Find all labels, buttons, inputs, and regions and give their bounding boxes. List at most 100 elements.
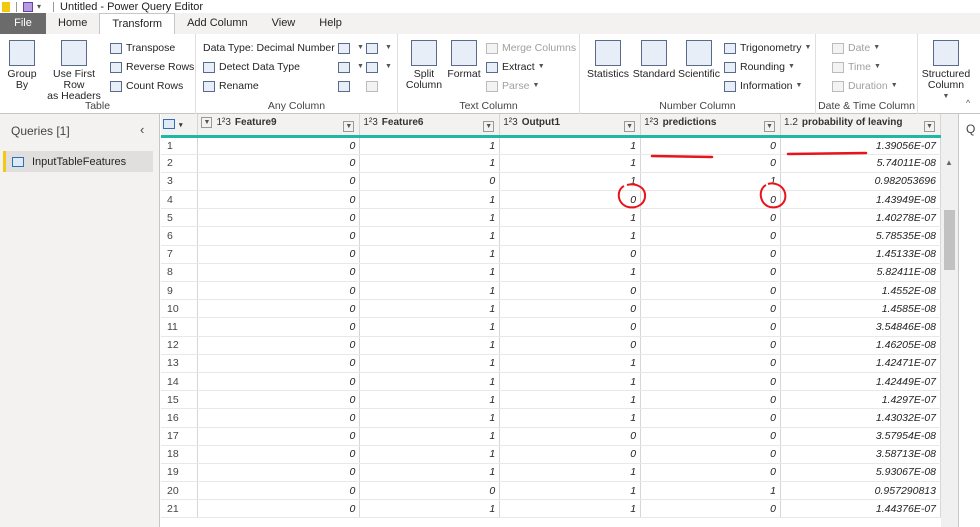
table-row[interactable]: 12 0 1 0 0 1.46205E-08 xyxy=(161,336,941,355)
table-cell[interactable]: 3.57954E-08 xyxy=(780,427,941,446)
table-cell[interactable]: 0 xyxy=(359,481,501,501)
table-cell[interactable]: 0 xyxy=(499,190,642,210)
table-cell[interactable]: 0 xyxy=(197,245,361,264)
filter-dropdown-icon[interactable]: ▼ xyxy=(924,120,935,132)
table-cell[interactable]: 0 xyxy=(499,427,642,446)
table-cell[interactable]: 1.45133E-08 xyxy=(780,245,941,264)
table-cell[interactable]: 0 xyxy=(197,390,361,410)
table-cell[interactable]: 5.82411E-08 xyxy=(780,263,941,283)
table-cell[interactable]: 1 xyxy=(359,281,501,301)
table-cell[interactable]: 1 xyxy=(499,263,642,283)
table-cell[interactable]: 0 xyxy=(640,390,782,410)
table-cell[interactable]: 0 xyxy=(640,208,782,228)
table-cell[interactable]: 1 xyxy=(359,354,501,373)
table-cell[interactable]: 1 xyxy=(499,390,642,410)
table-cell[interactable]: 1.42471E-07 xyxy=(780,354,941,373)
table-cell[interactable]: 0 xyxy=(197,408,361,428)
date-button[interactable]: Date ▼ xyxy=(832,41,880,55)
table-cell[interactable]: 0.982053696 xyxy=(780,172,941,192)
table-cell[interactable]: 1 xyxy=(359,226,501,246)
reverse-rows-button[interactable]: Reverse Rows xyxy=(110,60,194,74)
table-cell[interactable]: 1.43949E-08 xyxy=(780,190,941,210)
replace-values-button[interactable]: ▼ xyxy=(338,41,364,55)
table-cell[interactable]: 1 xyxy=(359,336,501,355)
table-row[interactable]: 10 0 1 0 0 1.4585E-08 xyxy=(161,299,941,319)
tab-transform[interactable]: Transform xyxy=(99,13,176,34)
table-row[interactable]: 1 0 1 1 0 1.39056E-07 xyxy=(161,136,941,155)
detect-data-type-button[interactable]: Detect Data Type xyxy=(203,60,300,74)
vertical-scrollbar[interactable]: ▲ xyxy=(941,114,958,527)
group-by-button[interactable]: Group By xyxy=(5,40,39,91)
table-cell[interactable]: 1 xyxy=(359,445,501,464)
table-cell[interactable]: 1 xyxy=(359,245,501,264)
table-cell[interactable]: 0 xyxy=(197,354,361,373)
table-cell[interactable]: 1 xyxy=(499,372,642,392)
information-button[interactable]: Information ▼ xyxy=(724,79,802,93)
filter-dropdown-icon[interactable]: ▼ xyxy=(624,120,636,132)
table-cell[interactable]: 0 xyxy=(499,299,642,319)
table-cell[interactable]: 0 xyxy=(640,226,782,246)
column-header-feature9[interactable]: ▼ 1²3 Feature9 ▼ xyxy=(197,114,361,138)
table-cell[interactable]: 1 xyxy=(499,136,642,155)
table-cell[interactable]: 1 xyxy=(499,408,642,428)
pivot-button[interactable] xyxy=(366,79,382,93)
table-cell[interactable]: 1 xyxy=(359,463,501,483)
table-cell[interactable]: 1.39056E-07 xyxy=(780,136,941,155)
structured-column-button[interactable]: Structured Column ▼ xyxy=(920,40,972,102)
tab-home[interactable]: Home xyxy=(46,13,99,34)
time-button[interactable]: Time ▼ xyxy=(832,60,881,74)
table-cell[interactable]: 0 xyxy=(499,245,642,264)
table-cell[interactable]: 0 xyxy=(640,354,782,373)
table-cell[interactable]: 0 xyxy=(640,281,782,301)
table-cell[interactable]: 0 xyxy=(640,263,782,283)
table-row[interactable]: 16 0 1 1 0 1.43032E-07 xyxy=(161,408,941,428)
table-cell[interactable]: 5.74011E-08 xyxy=(780,154,941,173)
use-first-row-button[interactable]: Use First Row as Headers xyxy=(42,40,106,102)
table-cell[interactable]: 1.44376E-07 xyxy=(780,499,941,519)
table-row[interactable]: 21 0 1 1 0 1.44376E-07 xyxy=(161,499,941,519)
table-cell[interactable]: 1 xyxy=(499,354,642,373)
filter-dropdown-icon[interactable]: ▼ xyxy=(483,120,495,132)
table-cell[interactable]: 0 xyxy=(640,154,782,173)
table-cell[interactable]: 5.78535E-08 xyxy=(780,226,941,246)
tab-view[interactable]: View xyxy=(260,13,308,34)
table-row[interactable]: 15 0 1 1 0 1.4297E-07 xyxy=(161,390,941,410)
tab-file[interactable]: File xyxy=(0,13,46,34)
table-cell[interactable]: 0 xyxy=(197,427,361,446)
table-row[interactable]: 8 0 1 1 0 5.82411E-08 xyxy=(161,263,941,283)
table-cell[interactable]: 1.40278E-07 xyxy=(780,208,941,228)
collapse-pane-icon[interactable]: ‹ xyxy=(140,122,144,137)
table-cell[interactable]: 1 xyxy=(359,263,501,283)
table-row[interactable]: 7 0 1 0 0 1.45133E-08 xyxy=(161,245,941,264)
tab-add-column[interactable]: Add Column xyxy=(175,13,260,34)
table-cell[interactable]: 0 xyxy=(197,226,361,246)
table-cell[interactable]: 0 xyxy=(197,372,361,392)
fill-button[interactable]: ▼ xyxy=(366,41,392,55)
table-cell[interactable]: 0 xyxy=(640,408,782,428)
scientific-button[interactable]: Scientific xyxy=(677,40,721,80)
table-cell[interactable]: 0 xyxy=(499,317,642,337)
table-cell[interactable]: 1 xyxy=(499,463,642,483)
move-button[interactable]: ▼ xyxy=(366,60,392,74)
transpose-button[interactable]: Transpose xyxy=(110,41,175,55)
table-cell[interactable]: 3.58713E-08 xyxy=(780,445,941,464)
table-row[interactable]: 18 0 1 0 0 3.58713E-08 xyxy=(161,445,941,464)
count-rows-button[interactable]: Count Rows xyxy=(110,79,183,93)
table-cell[interactable]: 0 xyxy=(640,299,782,319)
table-row[interactable]: 17 0 1 0 0 3.57954E-08 xyxy=(161,427,941,446)
table-cell[interactable]: 1 xyxy=(359,427,501,446)
standard-button[interactable]: Standard xyxy=(632,40,676,80)
table-cell[interactable]: 0 xyxy=(197,317,361,337)
merge-columns-button[interactable]: Merge Columns xyxy=(486,41,576,55)
table-cell[interactable]: 0 xyxy=(197,136,361,155)
table-cell[interactable]: 1 xyxy=(499,208,642,228)
quick-access-dropdown-icon[interactable]: ▾ xyxy=(37,2,41,11)
save-icon[interactable] xyxy=(23,1,33,12)
column-header-output1[interactable]: 1²3 Output1 ▼ xyxy=(499,114,642,138)
table-cell[interactable]: 0 xyxy=(197,463,361,483)
table-cell[interactable]: 5.93067E-08 xyxy=(780,463,941,483)
type-dropdown-icon[interactable]: ▼ xyxy=(201,116,213,128)
table-cell[interactable]: 0 xyxy=(359,172,501,192)
table-cell[interactable]: 0 xyxy=(640,445,782,464)
collapse-ribbon-icon[interactable]: ^ xyxy=(966,98,970,108)
